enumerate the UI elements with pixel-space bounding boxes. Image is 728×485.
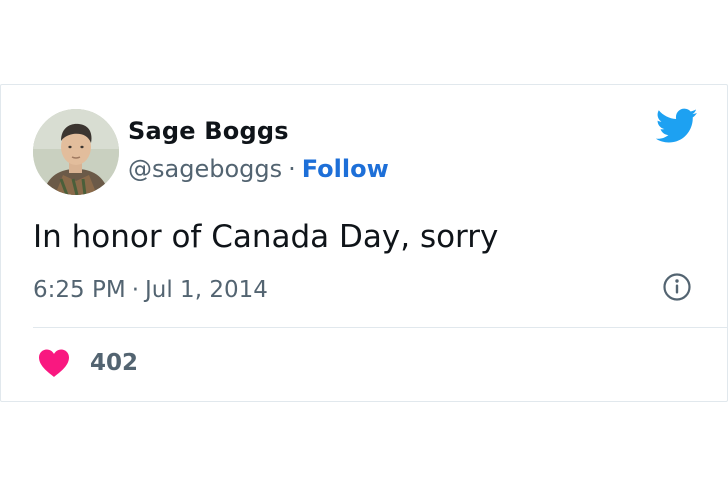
tweet-timestamp[interactable]: 6:25 PM · Jul 1, 2014 — [33, 277, 268, 303]
author-handle[interactable]: @sageboggs — [128, 155, 282, 183]
tweet-date[interactable]: Jul 1, 2014 — [145, 277, 268, 303]
tweet-text: In honor of Canada Day, sorry — [33, 219, 499, 255]
like-count: 402 — [90, 350, 139, 376]
author-handle-row: @sageboggs · Follow — [128, 155, 389, 183]
avatar-image — [33, 109, 119, 195]
tweet-time[interactable]: 6:25 PM — [33, 277, 126, 303]
timestamp-separator: · — [131, 277, 139, 303]
heart-icon — [39, 349, 69, 377]
author-name[interactable]: Sage Boggs — [128, 117, 289, 145]
twitter-bird-icon[interactable] — [656, 108, 698, 144]
info-icon[interactable] — [662, 272, 692, 302]
follow-button[interactable]: Follow — [302, 155, 389, 183]
divider — [33, 327, 727, 328]
avatar[interactable] — [33, 109, 119, 195]
separator-dot: · — [288, 155, 296, 183]
tweet-card: Sage Boggs @sageboggs · Follow In honor of… — [0, 84, 728, 402]
like-button[interactable]: 402 — [38, 347, 138, 379]
